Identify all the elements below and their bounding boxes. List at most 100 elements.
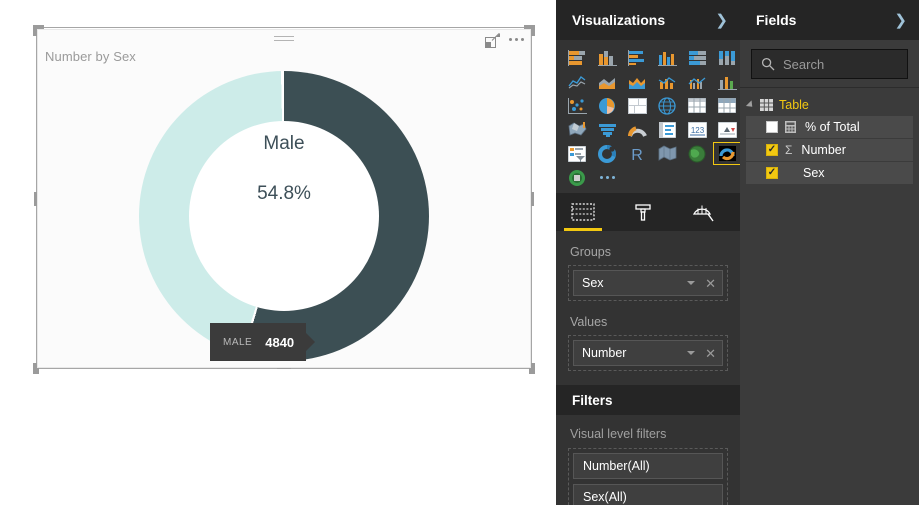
viz-clustered-bar-chart[interactable] xyxy=(623,46,651,69)
field-row-sex[interactable]: Sex xyxy=(746,162,913,184)
donut-chart[interactable]: Male 54.8% xyxy=(139,71,429,361)
fields-title: Fields xyxy=(756,12,797,28)
viz-filled-map[interactable] xyxy=(563,118,591,141)
expand-triangle-icon[interactable] xyxy=(745,100,756,110)
power-bi-window: Number by Sex Male 54.8% MALE 4840 Visua… xyxy=(0,0,919,505)
visualization-gallery[interactable]: 123 R xyxy=(556,40,741,193)
viz-map[interactable] xyxy=(653,94,681,117)
viz-stacked-column-chart[interactable] xyxy=(593,46,621,69)
viz-ribbon-chart[interactable] xyxy=(713,70,741,93)
fields-list: Table % of Total Σ Num xyxy=(740,88,919,184)
filters-header: Filters xyxy=(556,385,740,415)
tooltip-category: MALE xyxy=(223,336,253,348)
field-checkbox[interactable] xyxy=(766,167,778,179)
well-label-values: Values xyxy=(570,315,608,329)
fields-table-node[interactable]: Table xyxy=(740,94,919,116)
fields-table-name: Table xyxy=(779,98,809,112)
remove-field-icon[interactable]: ✕ xyxy=(705,347,716,360)
field-checkbox[interactable] xyxy=(766,121,778,133)
viz-r-script-visual[interactable]: R xyxy=(623,142,651,165)
search-input[interactable]: Search xyxy=(751,49,908,79)
viz-custom-visual-selected[interactable] xyxy=(713,142,741,165)
viz-stacked-area-chart[interactable] xyxy=(623,70,651,93)
viz-line-clustered-column-chart[interactable] xyxy=(683,70,711,93)
viz-card[interactable]: 123 xyxy=(683,118,711,141)
viz-table[interactable] xyxy=(713,94,741,117)
viz-more-visuals[interactable] xyxy=(593,166,621,189)
fields-header: Fields ❯ xyxy=(740,0,919,40)
field-row-percent-of-total[interactable]: % of Total xyxy=(746,116,913,138)
viz-clustered-column-chart[interactable] xyxy=(653,46,681,69)
viz-multi-row-card[interactable] xyxy=(653,118,681,141)
filter-chip-label: Sex(All) xyxy=(583,490,627,504)
search-placeholder: Search xyxy=(783,56,825,72)
search-icon xyxy=(761,57,775,71)
viz-globe-map[interactable] xyxy=(683,142,711,165)
fields-pane: Fields ❯ Search Table % of Total ✓ Σ Num… xyxy=(740,0,919,505)
visual-title: Number by Sex xyxy=(45,49,136,64)
donut-center-percent: 54.8% xyxy=(257,183,311,204)
field-checkbox[interactable] xyxy=(766,144,778,156)
filters-title: Filters xyxy=(572,392,613,408)
well-drop-values[interactable]: Number ✕ xyxy=(568,335,728,371)
field-row-number[interactable]: Σ Number xyxy=(746,139,913,161)
focus-mode-icon[interactable] xyxy=(485,33,500,48)
donut-chart-visual[interactable]: Number by Sex Male 54.8% MALE 4840 xyxy=(37,29,531,368)
visualizations-header: Visualizations ❯ xyxy=(556,0,740,40)
well-drop-groups[interactable]: Sex ✕ xyxy=(568,265,728,301)
well-chip-label: Sex xyxy=(582,276,604,290)
drag-handle-icon[interactable] xyxy=(274,36,294,43)
viz-funnel-chart[interactable] xyxy=(593,118,621,141)
remove-field-icon[interactable]: ✕ xyxy=(705,277,716,290)
table-icon xyxy=(760,99,773,111)
viz-line-chart[interactable] xyxy=(563,70,591,93)
filter-chip-number[interactable]: Number(All) xyxy=(573,453,723,479)
chevron-down-icon[interactable] xyxy=(687,281,696,285)
field-label: Sex xyxy=(803,166,825,180)
viz-scatter-chart[interactable] xyxy=(563,94,591,117)
more-options-icon[interactable] xyxy=(509,37,524,44)
well-chip-label: Number xyxy=(582,346,627,360)
report-canvas[interactable]: Number by Sex Male 54.8% MALE 4840 xyxy=(0,0,538,505)
selection-border-top xyxy=(36,27,532,28)
well-chip-sex[interactable]: Sex ✕ xyxy=(573,270,723,296)
fields-search-wrap: Search xyxy=(740,40,919,87)
viz-kpi[interactable] xyxy=(713,118,741,141)
svg-text:123: 123 xyxy=(690,126,704,135)
viz-donut-chart[interactable] xyxy=(593,142,621,165)
viz-treemap[interactable] xyxy=(623,94,651,117)
filters-body: Visual level filters Number(All) Sex(All… xyxy=(556,415,740,505)
tab-analytics[interactable] xyxy=(686,197,720,227)
viz-100-stacked-column-chart[interactable] xyxy=(713,46,741,69)
field-wells: Groups Sex ✕ Values Number ✕ xyxy=(556,231,740,371)
viz-custom-visual-green[interactable] xyxy=(563,166,591,189)
viz-pie-chart[interactable] xyxy=(593,94,621,117)
magnifier-analytics-icon xyxy=(692,205,714,222)
tab-format[interactable] xyxy=(626,197,660,227)
tab-fields[interactable] xyxy=(564,197,602,231)
viz-stacked-bar-chart[interactable] xyxy=(563,46,591,69)
viz-area-chart[interactable] xyxy=(593,70,621,93)
viz-matrix[interactable] xyxy=(683,94,711,117)
chevron-right-icon[interactable]: ❯ xyxy=(715,13,728,28)
viz-100-stacked-bar-chart[interactable] xyxy=(683,46,711,69)
visual-header-icons xyxy=(485,33,524,48)
viz-line-stacked-column-chart[interactable] xyxy=(653,70,681,93)
chevron-right-icon[interactable]: ❯ xyxy=(894,13,907,28)
viz-gauge-chart[interactable] xyxy=(623,118,651,141)
field-label: Number xyxy=(801,143,846,157)
chart-tooltip: MALE 4840 xyxy=(210,323,307,361)
well-chip-number[interactable]: Number ✕ xyxy=(573,340,723,366)
visualizations-title: Visualizations xyxy=(572,12,666,28)
visual-level-filters-drop[interactable]: Number(All) Sex(All) xyxy=(568,448,728,505)
sigma-icon: Σ xyxy=(785,143,793,157)
field-label: % of Total xyxy=(805,120,860,134)
visualizations-tab-strip xyxy=(556,193,740,231)
well-label-groups: Groups xyxy=(570,245,611,259)
viz-slicer[interactable] xyxy=(563,142,591,165)
paint-roller-icon xyxy=(635,204,651,221)
filter-chip-sex[interactable]: Sex(All) xyxy=(573,484,723,505)
chevron-down-icon[interactable] xyxy=(687,351,696,355)
visualizations-pane: Visualizations ❯ 123 R Groups Sex ✕ Valu… xyxy=(556,0,741,505)
viz-arcgis-map[interactable] xyxy=(653,142,681,165)
